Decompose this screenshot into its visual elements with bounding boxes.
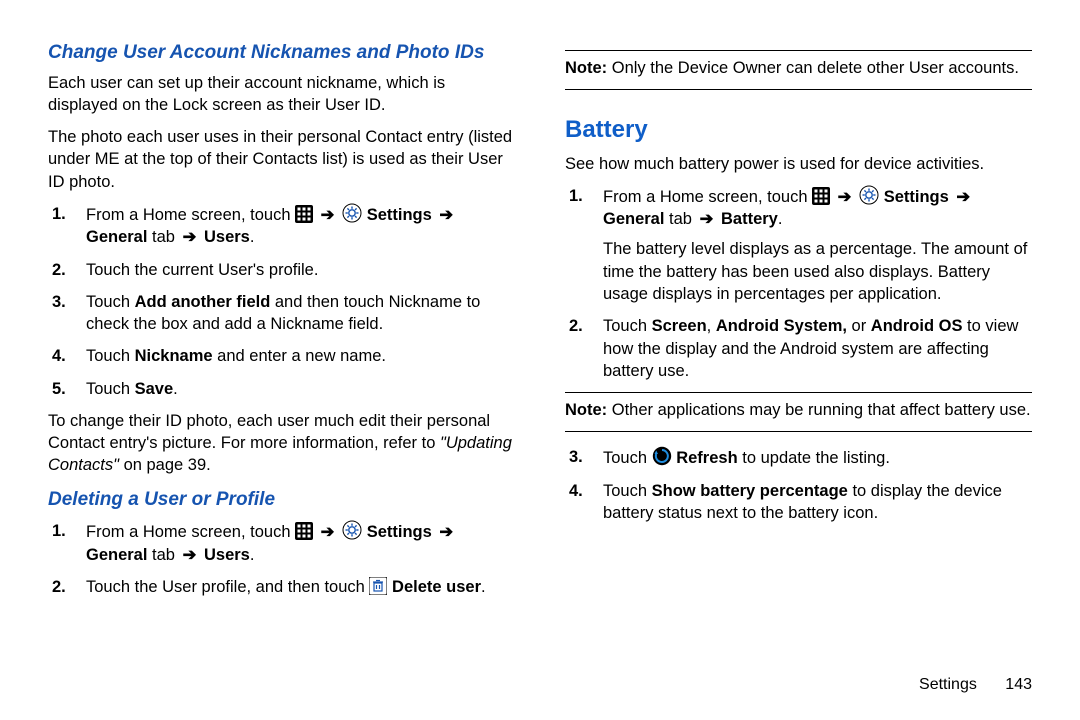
para-nick-2: The photo each user uses in their person… bbox=[48, 126, 515, 193]
page-footer: Settings 143 bbox=[919, 674, 1032, 696]
list-item: 3. Touch Refresh to update the listing. bbox=[603, 446, 1032, 469]
heading-battery: Battery bbox=[565, 114, 1032, 146]
para-battery-level: The battery level displays as a percenta… bbox=[603, 238, 1032, 305]
list-item: 2. Touch the User profile, and then touc… bbox=[86, 576, 515, 598]
para-battery-intro: See how much battery power is used for d… bbox=[565, 153, 1032, 175]
list-item: 4.Touch Nickname and enter a new name. bbox=[86, 345, 515, 367]
left-column: Change User Account Nicknames and Photo … bbox=[48, 40, 515, 608]
trash-icon bbox=[369, 577, 387, 595]
para-nick-1: Each user can set up their account nickn… bbox=[48, 72, 515, 117]
steps-nicknames: 1. From a Home screen, touch ➔ Settings … bbox=[48, 203, 515, 400]
list-item: 4. Touch Show battery percentage to disp… bbox=[603, 480, 1032, 525]
heading-nicknames: Change User Account Nicknames and Photo … bbox=[48, 40, 515, 66]
steps-delete-user: 1. From a Home screen, touch ➔ Settings … bbox=[48, 520, 515, 598]
steps-battery-a: 1. From a Home screen, touch ➔ Settings … bbox=[565, 185, 1032, 382]
settings-gear-icon bbox=[859, 185, 879, 205]
divider bbox=[565, 392, 1032, 393]
list-item: 1. From a Home screen, touch ➔ Settings … bbox=[86, 520, 515, 566]
para-nick-3: To change their ID photo, each user much… bbox=[48, 410, 515, 477]
settings-gear-icon bbox=[342, 520, 362, 540]
settings-gear-icon bbox=[342, 203, 362, 223]
note-other-apps: Note: Other applications may be running … bbox=[565, 399, 1032, 421]
right-column: Note: Only the Device Owner can delete o… bbox=[565, 40, 1032, 608]
page-number: 143 bbox=[1005, 676, 1032, 693]
list-item: 2. Touch Screen, Android System, or Andr… bbox=[603, 315, 1032, 382]
apps-icon bbox=[295, 205, 313, 223]
footer-section: Settings bbox=[919, 676, 977, 693]
list-item: 3.Touch Add another field and then touch… bbox=[86, 291, 515, 336]
list-item: 1. From a Home screen, touch ➔ Settings … bbox=[86, 203, 515, 249]
apps-icon bbox=[812, 187, 830, 205]
apps-icon bbox=[295, 522, 313, 540]
divider bbox=[565, 431, 1032, 432]
heading-delete-user: Deleting a User or Profile bbox=[48, 487, 515, 513]
divider bbox=[565, 89, 1032, 90]
list-item: 1. From a Home screen, touch ➔ Settings … bbox=[603, 185, 1032, 305]
steps-battery-b: 3. Touch Refresh to update the listing. … bbox=[565, 446, 1032, 524]
refresh-icon bbox=[652, 446, 672, 466]
divider bbox=[565, 50, 1032, 51]
note-owner: Note: Only the Device Owner can delete o… bbox=[565, 57, 1032, 79]
list-item: 2.Touch the current User's profile. bbox=[86, 259, 515, 281]
list-item: 5.Touch Save. bbox=[86, 378, 515, 400]
